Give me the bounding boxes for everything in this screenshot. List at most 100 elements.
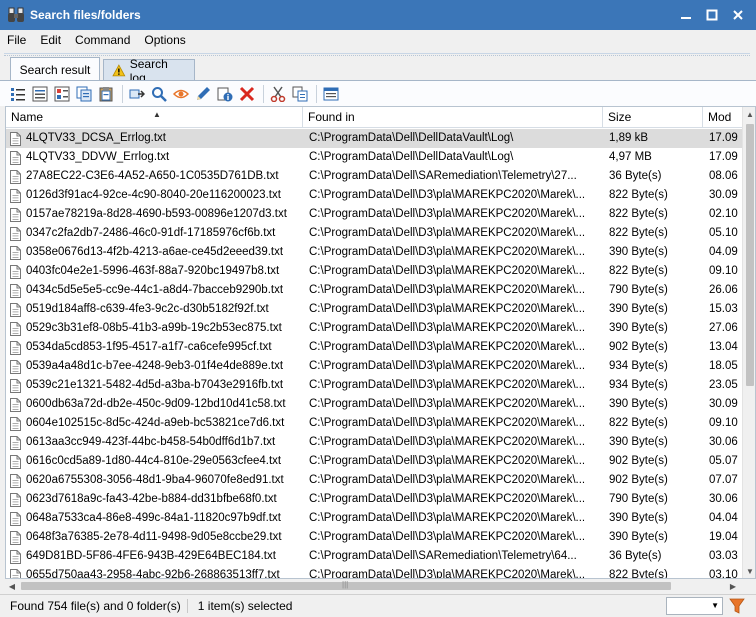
horizontal-scrollbar[interactable]: ◀ ||| ▶ <box>5 579 740 593</box>
row-path: C:\ProgramData\Dell\D3\pla\MAREKPC2020\M… <box>309 493 586 505</box>
scroll-down-icon[interactable]: ▼ <box>743 564 755 578</box>
row-path: C:\ProgramData\Dell\D3\pla\MAREKPC2020\M… <box>309 379 586 391</box>
search-window: Search files/folders File Edit Command O… <box>0 0 756 617</box>
menu-file[interactable]: File <box>0 30 33 50</box>
table-row[interactable]: 0539c21e1321-5482-4d5d-a3ba-b7043e2916fb… <box>6 376 742 395</box>
scroll-left-icon[interactable]: ◀ <box>5 579 19 593</box>
row-size: 934 Byte(s) <box>609 379 668 391</box>
table-row[interactable]: 0604e102515c-8d5c-424d-a9eb-bc53821ce7d6… <box>6 414 742 433</box>
list-view-icon <box>11 87 25 101</box>
row-name-cell: 27A8EC22-C3E6-4A52-A650-1C0535D761DB.txt <box>10 167 300 186</box>
table-row[interactable]: 0648f3a76385-2e78-4d11-9498-9d05e8ccbe29… <box>6 528 742 547</box>
row-name: 0539a4a48d1c-b7ee-4248-9eb3-01f4e4de889e… <box>26 360 284 372</box>
filter-icon[interactable] <box>728 597 746 615</box>
row-name: 0529c3b31ef8-08b5-41b3-a99b-19c2b53ec875… <box>26 322 282 334</box>
row-name: 0648a7533ca4-86e8-499c-84a1-11820c97b9df… <box>26 512 281 524</box>
table-row[interactable]: 649D81BD-5F86-4FE6-943B-429E64BEC184.txt… <box>6 547 742 566</box>
table-row[interactable]: 0616c0cd5a89-1d80-44c4-810e-29e0563cfee4… <box>6 452 742 471</box>
warning-icon <box>112 64 126 77</box>
table-row[interactable]: 4LQTV33_DDVW_Errlog.txt C:\ProgramData\De… <box>6 148 742 167</box>
table-row[interactable]: 0620a6755308-3056-48d1-9ba4-96070fe8ed91… <box>6 471 742 490</box>
row-modified: 08.06 <box>709 170 738 182</box>
text-file-icon <box>10 264 21 279</box>
table-row[interactable]: 0655d750aa43-2958-4abc-92b6-268863513ff7… <box>6 566 742 578</box>
view-button[interactable] <box>171 84 191 104</box>
text-file-icon <box>10 454 21 469</box>
copy-button[interactable] <box>290 84 310 104</box>
table-row[interactable]: 0600db63a72d-db2e-450c-9d09-12bd10d41c58… <box>6 395 742 414</box>
edit-button[interactable] <box>193 84 213 104</box>
menu-edit[interactable]: Edit <box>33 30 68 50</box>
table-row[interactable]: 0534da5cd853-1f95-4517-a1f7-ca6cefe995cf… <box>6 338 742 357</box>
go-to-file-button[interactable] <box>127 84 147 104</box>
table-row[interactable]: 0648a7533ca4-86e8-499c-84a1-11820c97b9df… <box>6 509 742 528</box>
text-file-icon <box>10 283 21 298</box>
table-row[interactable]: 0403fc04e2e1-5996-463f-88a7-920bc19497b8… <box>6 262 742 281</box>
feed-to-listbox-button[interactable] <box>321 84 341 104</box>
table-row[interactable]: 0613aa3cc949-423f-44bc-b458-54b0dff6d1b7… <box>6 433 742 452</box>
edit-icon <box>197 86 210 100</box>
row-name-cell: 0157ae78219a-8d28-4690-b593-00896e1207d3… <box>10 205 300 224</box>
vertical-scroll-thumb[interactable] <box>746 124 754 386</box>
row-name-cell: 0604e102515c-8d5c-424d-a9eb-bc53821ce7d6… <box>10 414 300 433</box>
thumbnail-view-button[interactable] <box>52 84 72 104</box>
result-list[interactable]: Name ▲ Found in Size Mod 4LQTV33_DCSA_Er… <box>5 106 756 579</box>
menu-command[interactable]: Command <box>68 30 137 50</box>
row-path: C:\ProgramData\Dell\DellDataVault\Log\ <box>309 151 514 163</box>
tab-search-log[interactable]: Search log <box>103 57 195 85</box>
paste-list-button[interactable] <box>96 84 116 104</box>
table-row[interactable]: 4LQTV33_DCSA_Errlog.txt C:\ProgramData\De… <box>6 129 742 148</box>
table-row[interactable]: 0434c5d5e5e5-cc9e-44c1-a8d4-7bacceb9290b… <box>6 281 742 300</box>
column-header-name[interactable]: Name ▲ <box>6 107 303 128</box>
row-modified: 26.06 <box>709 284 738 296</box>
copy-list-button[interactable] <box>74 84 94 104</box>
close-button[interactable] <box>726 4 750 26</box>
row-path: C:\ProgramData\Dell\D3\pla\MAREKPC2020\M… <box>309 322 586 334</box>
find-button[interactable] <box>149 84 169 104</box>
column-header-modified-label: Mod <box>708 110 732 124</box>
row-path: C:\ProgramData\Dell\D3\pla\MAREKPC2020\M… <box>309 265 586 277</box>
scroll-up-icon[interactable]: ▲ <box>743 107 755 121</box>
table-row[interactable]: 0126d3f91ac4-92ce-4c90-8040-20e116200023… <box>6 186 742 205</box>
list-view-button[interactable] <box>8 84 28 104</box>
details-view-button[interactable] <box>30 84 50 104</box>
delete-button[interactable] <box>237 84 257 104</box>
row-name-cell: 0623d7618a9c-fa43-42be-b884-dd31bfbe68f0… <box>10 490 300 509</box>
properties-button[interactable] <box>215 84 235 104</box>
tab-strip: Search result Search log <box>0 57 756 85</box>
table-row[interactable]: 0539a4a48d1c-b7ee-4248-9eb3-01f4e4de889e… <box>6 357 742 376</box>
text-file-icon <box>10 549 21 564</box>
row-size: 390 Byte(s) <box>609 436 668 448</box>
vertical-scrollbar[interactable]: ▲ ▼ <box>742 107 755 578</box>
column-header-size[interactable]: Size <box>603 107 703 128</box>
cut-button[interactable] <box>268 84 288 104</box>
row-name-cell: 0126d3f91ac4-92ce-4c90-8040-20e116200023… <box>10 186 300 205</box>
row-size: 390 Byte(s) <box>609 322 668 334</box>
scroll-right-icon[interactable]: ▶ <box>726 579 740 593</box>
column-header-modified[interactable]: Mod <box>703 107 742 128</box>
text-file-icon <box>10 340 21 355</box>
table-row[interactable]: 0623d7618a9c-fa43-42be-b884-dd31bfbe68f0… <box>6 490 742 509</box>
table-row[interactable]: 0529c3b31ef8-08b5-41b3-a99b-19c2b53ec875… <box>6 319 742 338</box>
row-path: C:\ProgramData\Dell\SARemediation\Teleme… <box>309 550 577 562</box>
tab-search-result[interactable]: Search result <box>10 57 100 81</box>
table-row[interactable]: 0519d184aff8-c639-4fe3-9c2c-d30b5182f92f… <box>6 300 742 319</box>
minimize-button[interactable] <box>674 4 698 26</box>
table-row[interactable]: 0347c2fa2db7-2486-46c0-91df-17185976cf6b… <box>6 224 742 243</box>
table-row[interactable]: 0358e0676d13-4f2b-4213-a6ae-ce45d2eeed39… <box>6 243 742 262</box>
list-header: Name ▲ Found in Size Mod <box>6 107 742 128</box>
row-path: C:\ProgramData\Dell\D3\pla\MAREKPC2020\M… <box>309 512 586 524</box>
maximize-button[interactable] <box>700 4 724 26</box>
row-size: 390 Byte(s) <box>609 398 668 410</box>
row-size: 390 Byte(s) <box>609 246 668 258</box>
table-row[interactable]: 27A8EC22-C3E6-4A52-A650-1C0535D761DB.txt… <box>6 167 742 186</box>
row-name: 0600db63a72d-db2e-450c-9d09-12bd10d41c58… <box>26 398 286 410</box>
column-header-path[interactable]: Found in <box>303 107 603 128</box>
row-size: 790 Byte(s) <box>609 493 668 505</box>
text-file-icon <box>10 378 21 393</box>
status-dropdown[interactable]: ▼ <box>666 597 723 615</box>
row-size: 1,89 kB <box>609 132 648 144</box>
row-name: 649D81BD-5F86-4FE6-943B-429E64BEC184.txt <box>26 550 276 562</box>
menu-options[interactable]: Options <box>137 30 192 50</box>
table-row[interactable]: 0157ae78219a-8d28-4690-b593-00896e1207d3… <box>6 205 742 224</box>
